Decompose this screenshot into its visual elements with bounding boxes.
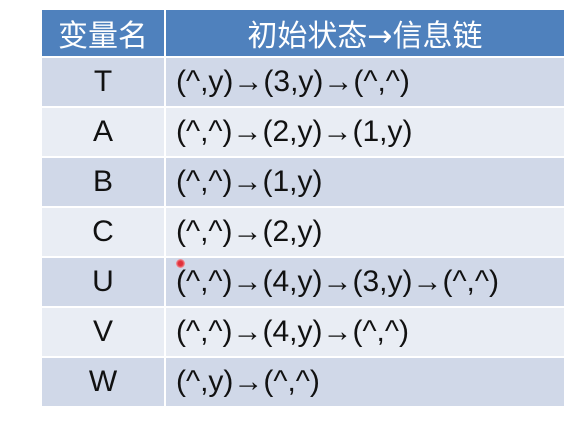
table-row: A (^,^)→(2,y)→(1,y) [40, 106, 566, 158]
info-chain-cell: (^,^)→(4,y)→(^,^) [164, 306, 566, 358]
table-row: V (^,^)→(4,y)→(^,^) [40, 306, 566, 358]
variable-name-cell: A [40, 106, 166, 158]
header-variable-name: 变量名 [40, 8, 166, 58]
info-chain-cell: (^,^)→(4,y)→(3,y)→(^,^) [164, 256, 566, 308]
variable-info-chain-table: 变量名 初始状态→信息链 T (^,y)→(3,y)→(^,^) A (^,^)… [40, 8, 566, 408]
info-chain-cell: (^,y)→(3,y)→(^,^) [164, 56, 566, 108]
header-info-chain: 初始状态→信息链 [164, 8, 566, 58]
info-chain-cell: (^,^)→(1,y) [164, 156, 566, 208]
variable-name-cell: B [40, 156, 166, 208]
table-row: B (^,^)→(1,y) [40, 156, 566, 208]
variable-name-cell: U [40, 256, 166, 308]
table-row: C (^,^)→(2,y) [40, 206, 566, 258]
table-row: U (^,^)→(4,y)→(3,y)→(^,^) [40, 256, 566, 308]
table-row: T (^,y)→(3,y)→(^,^) [40, 56, 566, 108]
slide-canvas: 变量名 初始状态→信息链 T (^,y)→(3,y)→(^,^) A (^,^)… [0, 0, 580, 431]
variable-name-cell: T [40, 56, 166, 108]
variable-name-cell: W [40, 356, 166, 408]
table-row: W (^,y)→(^,^) [40, 356, 566, 408]
laser-pointer-icon [176, 259, 185, 268]
info-chain-cell: (^,^)→(2,y)→(1,y) [164, 106, 566, 158]
variable-name-cell: C [40, 206, 166, 258]
variable-name-cell: V [40, 306, 166, 358]
info-chain-cell: (^,^)→(2,y) [164, 206, 566, 258]
table-header-row: 变量名 初始状态→信息链 [40, 8, 566, 58]
info-chain-cell: (^,y)→(^,^) [164, 356, 566, 408]
